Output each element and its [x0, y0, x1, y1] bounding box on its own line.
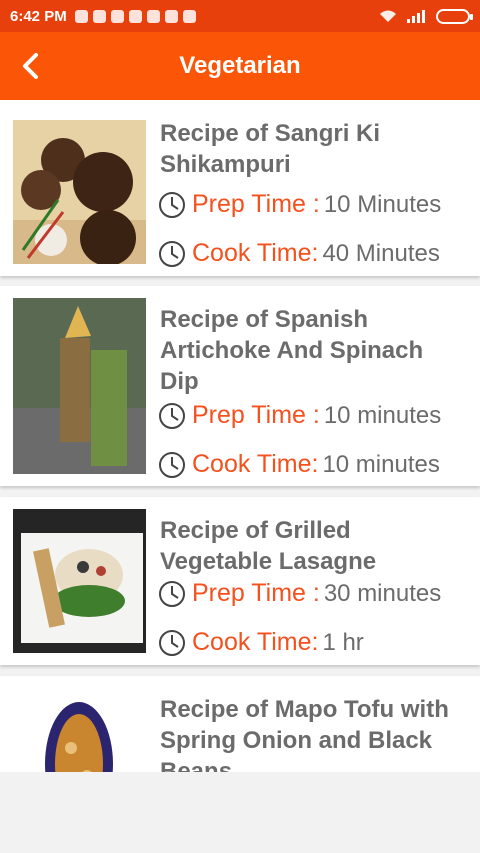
recipe-card[interactable]: Recipe of Sangri Ki Shikampuri Prep Time…	[0, 100, 480, 276]
notification-icon	[74, 9, 88, 23]
notification-icons	[74, 9, 196, 23]
prep-time-value: 10 minutes	[323, 402, 442, 429]
prep-time-row: Prep Time : 30 minutes	[158, 579, 441, 608]
notification-icon	[182, 9, 196, 23]
battery-icon	[436, 8, 473, 24]
status-time: 6:42 PM	[10, 7, 67, 25]
status-bar: 6:42 PM	[0, 0, 480, 32]
notification-icon	[110, 9, 124, 23]
prep-time-row: Prep Time : 10 Minutes	[158, 190, 441, 219]
cook-time-value: 1 hr	[322, 629, 364, 656]
recipe-title: Recipe of Grilled Vegetable Lasagne	[160, 517, 377, 575]
notification-icon	[92, 9, 106, 23]
cook-time-label: Cook Time:	[192, 450, 319, 478]
bottom-empty-area	[0, 772, 480, 853]
signal-icon	[407, 10, 425, 23]
recipe-title: Recipe of Mapo Tofu with Spring Onion an…	[160, 696, 449, 772]
recipe-title: Recipe of Spanish Artichoke And Spinach …	[160, 306, 424, 395]
cook-time-row: Cook Time: 40 Minutes	[158, 239, 440, 268]
recipe-card[interactable]: Recipe of Spanish Artichoke And Spinach …	[0, 286, 480, 486]
app-bar: Vegetarian	[0, 32, 480, 100]
clock-icon	[159, 452, 185, 478]
cook-time-value: 40 Minutes	[322, 240, 440, 267]
prep-time-value: 10 Minutes	[323, 191, 442, 218]
clock-icon	[159, 630, 185, 656]
cook-time-row: Cook Time: 1 hr	[158, 628, 364, 657]
chevron-left-icon	[23, 53, 38, 79]
clock-icon	[159, 192, 185, 218]
prep-time-value: 30 minutes	[323, 580, 442, 607]
recipe-image	[13, 509, 146, 653]
prep-time-label: Prep Time :	[192, 190, 320, 218]
back-button[interactable]	[12, 48, 48, 84]
clock-icon	[159, 581, 185, 607]
notification-icon	[128, 9, 142, 23]
prep-time-row: Prep Time : 10 minutes	[158, 401, 441, 430]
notification-icon	[164, 9, 178, 23]
mail-icon	[146, 9, 160, 23]
clock-icon	[159, 403, 185, 429]
recipe-card[interactable]: Recipe of Mapo Tofu with Spring Onion an…	[0, 676, 480, 772]
recipe-list[interactable]: Recipe of Sangri Ki Shikampuri Prep Time…	[0, 100, 480, 772]
recipe-title: Recipe of Sangri Ki Shikampuri	[160, 120, 381, 178]
recipe-image	[13, 120, 146, 264]
recipe-card[interactable]: Recipe of Grilled Vegetable Lasagne Prep…	[0, 497, 480, 665]
page-title: Vegetarian	[179, 52, 301, 79]
clock-icon	[159, 241, 185, 267]
prep-time-label: Prep Time :	[192, 579, 320, 607]
recipe-image	[13, 688, 146, 772]
cook-time-value: 10 minutes	[322, 451, 440, 478]
recipe-image	[13, 298, 146, 474]
cook-time-row: Cook Time: 10 minutes	[158, 450, 440, 479]
wifi-icon	[380, 10, 396, 22]
cook-time-label: Cook Time:	[192, 628, 319, 656]
prep-time-label: Prep Time :	[192, 401, 320, 429]
cook-time-label: Cook Time:	[192, 239, 319, 267]
